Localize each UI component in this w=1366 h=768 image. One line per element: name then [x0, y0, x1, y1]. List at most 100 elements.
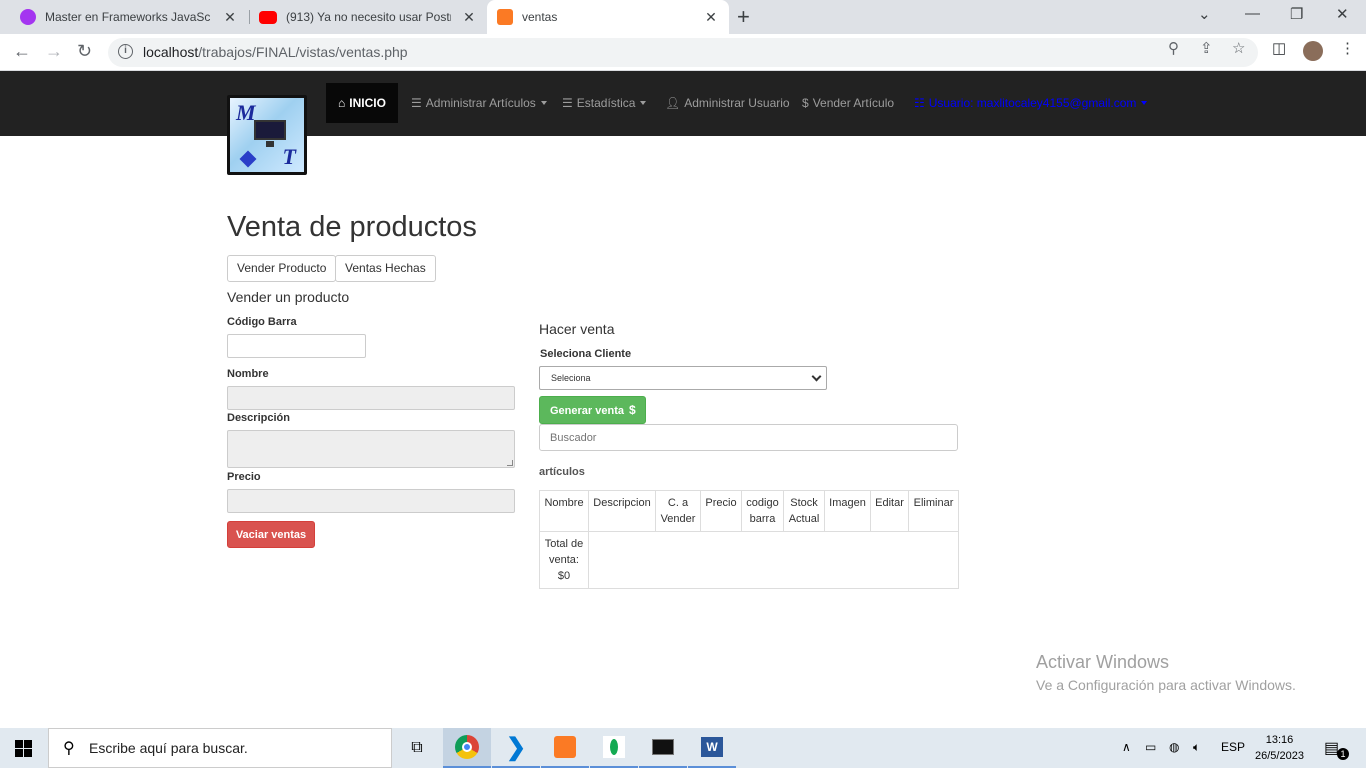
clock-time: 13:16 [1265, 734, 1294, 746]
activate-windows-subtitle: Ve a Configuración para activar Windows. [1036, 677, 1296, 693]
client-select[interactable]: Seleciona [539, 366, 827, 390]
vender-producto-button[interactable]: Vender Producto [227, 255, 337, 282]
back-icon[interactable]: ← [13, 41, 31, 62]
table-row: Total de venta: $0 [539, 531, 959, 589]
col-codigo-barra: codigo barra [741, 490, 784, 532]
close-icon[interactable]: ✕ [461, 9, 477, 26]
tab-search-icon[interactable]: ⌄ [1198, 5, 1211, 23]
chrome-icon[interactable] [443, 728, 491, 768]
nav-inicio[interactable]: ⌂ INICIO [326, 83, 398, 123]
dollar-icon: $ [802, 96, 809, 110]
empty-cell [588, 531, 959, 589]
terminal-icon[interactable] [639, 728, 687, 768]
forward-icon[interactable]: → [45, 41, 63, 62]
total-label: Total de venta: [544, 538, 584, 566]
taskbar-search-box[interactable]: ⚲ Escribe aquí para buscar. [48, 728, 392, 768]
close-icon[interactable]: ✕ [703, 9, 719, 26]
client-label: Seleciona Cliente [540, 348, 632, 360]
sell-form-title: Vender un producto [227, 289, 350, 305]
menu-dots-icon[interactable]: ⋮ [1340, 39, 1355, 57]
mongodb-icon[interactable] [590, 728, 638, 768]
vscode-icon[interactable]: ❯ [492, 728, 540, 768]
total-cell: Total de venta: $0 [539, 531, 589, 589]
site-info-icon[interactable]: i [118, 44, 133, 59]
col-editar: Editar [870, 490, 909, 532]
reload-icon[interactable]: ↻ [77, 41, 92, 62]
table-header-row: Nombre Descripcion C. a Vender Precio co… [539, 490, 959, 532]
barcode-input[interactable] [227, 334, 366, 358]
close-icon[interactable]: ✕ [222, 9, 238, 26]
bookmark-star-icon[interactable]: ☆ [1232, 39, 1245, 57]
list-icon: ☰ [562, 96, 573, 110]
resize-handle-icon[interactable] [507, 460, 513, 466]
col-cantidad: C. a Vender [655, 490, 701, 532]
nav-vender-articulo[interactable]: $ Vender Artículo [802, 83, 894, 123]
site-logo[interactable]: M T [227, 95, 307, 175]
barcode-label: Código Barra [227, 316, 297, 328]
col-imagen: Imagen [824, 490, 871, 532]
zoom-icon[interactable]: ⚲ [1168, 39, 1179, 57]
address-bar[interactable]: i localhost/trabajos/FINAL/vistas/ventas… [108, 38, 1258, 67]
task-view-icon[interactable]: ⧉ [393, 728, 441, 768]
nav-label: Administrar Usuario [684, 96, 790, 110]
price-field [227, 489, 515, 513]
total-value: $0 [557, 570, 571, 582]
col-eliminar: Eliminar [908, 490, 959, 532]
tab-udemy[interactable]: Master en Frameworks JavaScript ✕ [12, 0, 248, 34]
client-select-value: Seleciona [551, 373, 591, 383]
tab-ventas[interactable]: ventas ✕ [487, 0, 729, 34]
vaciar-ventas-button[interactable]: Vaciar ventas [227, 521, 315, 548]
nav-user-menu[interactable]: ☷ Usuario: maxlitocaley4155@gmail.com [914, 83, 1148, 123]
globe-icon[interactable]: ◍ [1169, 740, 1179, 754]
volume-icon[interactable]: 🔈︎ [1193, 740, 1200, 755]
nav-administrar-articulos[interactable]: ☰ Administrar Artículos [411, 83, 547, 123]
xampp-taskbar-icon[interactable] [541, 728, 589, 768]
col-nombre: Nombre [539, 490, 589, 532]
profile-avatar[interactable] [1303, 41, 1323, 61]
taskbar-clock[interactable]: 13:16 26/5/2023 [1255, 732, 1304, 764]
restore-icon[interactable]: ❐ [1290, 5, 1303, 23]
list-icon: ☰ [411, 96, 422, 110]
list-icon: ☷ [914, 96, 925, 110]
share-icon[interactable]: ⇪ [1200, 39, 1213, 57]
search-input[interactable] [539, 424, 958, 451]
nav-user-label: Usuario: maxlitocaley4155@gmail.com [928, 96, 1137, 110]
tab-title: (913) Ya no necesito usar Postman [286, 10, 451, 24]
language-indicator[interactable]: ESP [1221, 740, 1245, 754]
activate-windows-title: Activar Windows [1036, 652, 1170, 672]
col-stock: Stock Actual [783, 490, 825, 532]
tab-youtube[interactable]: (913) Ya no necesito usar Postman ✕ [251, 0, 487, 34]
show-hidden-icons-icon[interactable]: ∧ [1122, 740, 1131, 754]
new-tab-icon[interactable]: + [737, 4, 750, 30]
col-descripcion: Descripcion [588, 490, 656, 532]
tab-separator [249, 10, 250, 24]
home-icon: ⌂ [338, 96, 346, 110]
minimize-icon[interactable]: — [1245, 5, 1260, 22]
browser-toolbar: ← → ↻ i localhost/trabajos/FINAL/vistas/… [0, 34, 1366, 71]
chevron-down-icon [811, 371, 822, 382]
description-label: Descripción [227, 412, 290, 424]
user-icon: 👤︎ [665, 96, 681, 110]
nav-estadistica[interactable]: ☰ Estadística [562, 83, 647, 123]
generar-venta-label: Generar venta [550, 405, 624, 417]
sale-title: Hacer venta [539, 321, 615, 337]
gem-icon [239, 150, 257, 168]
nav-label: Estadística [576, 96, 636, 110]
side-panel-icon[interactable]: ◫ [1272, 39, 1286, 57]
articles-label: artículos [539, 466, 585, 478]
battery-network-icon[interactable]: ▭ [1145, 740, 1156, 754]
udemy-icon [20, 9, 36, 25]
caret-down-icon [1141, 101, 1148, 105]
browser-tabstrip: Master en Frameworks JavaScript ✕ (913) … [0, 0, 1366, 34]
word-icon[interactable]: W [688, 728, 736, 768]
window-close-icon[interactable]: ✕ [1336, 5, 1349, 23]
ventas-hechas-button[interactable]: Ventas Hechas [335, 255, 436, 282]
logo-letter-m: M [236, 100, 256, 125]
monitor-stand [266, 141, 274, 147]
name-field [227, 386, 515, 410]
logo-letter-t: T [282, 144, 296, 169]
description-field [227, 430, 515, 468]
generar-venta-button[interactable]: Generar venta $ [539, 396, 646, 424]
windows-start-icon[interactable] [15, 740, 32, 757]
nav-administrar-usuario[interactable]: 👤︎ Administrar Usuario [665, 83, 790, 123]
